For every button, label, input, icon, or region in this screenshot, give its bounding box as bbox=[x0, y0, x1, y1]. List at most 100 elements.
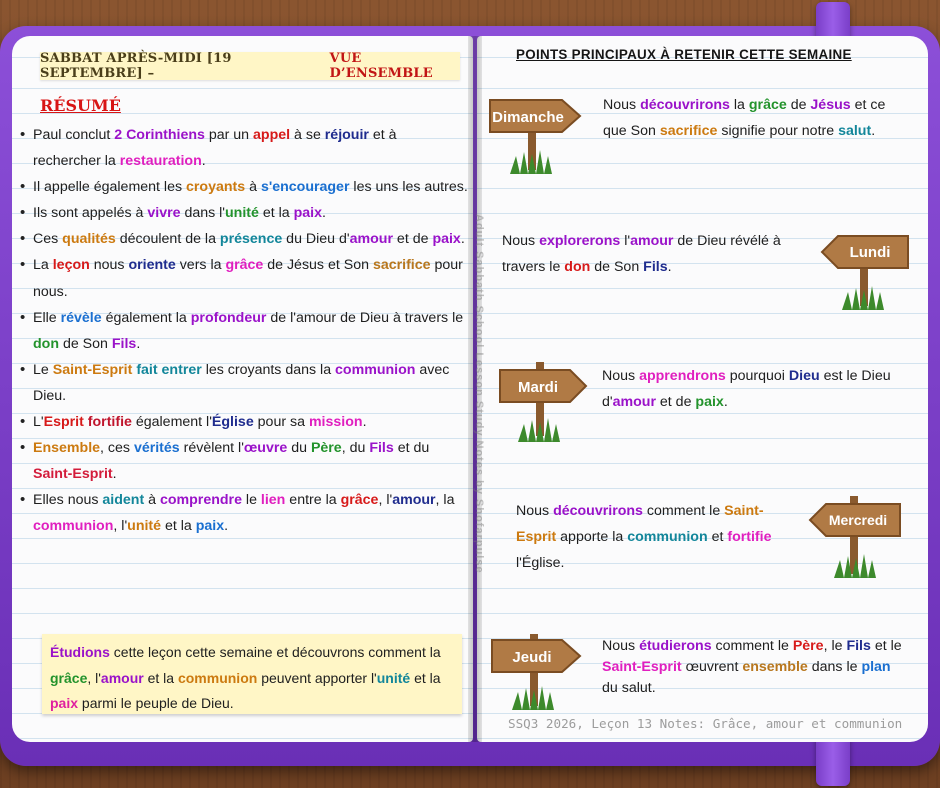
keyword: Saint-Esprit bbox=[52, 361, 133, 378]
text-run: . bbox=[112, 466, 117, 483]
section-title: SABBAT APRÈS-MIDI [19 SEPTEMBRE] – VUE D… bbox=[40, 51, 460, 81]
keyword: Ensemble bbox=[33, 440, 101, 457]
text-run: et bbox=[707, 529, 728, 545]
text-run: peuvent apporter l' bbox=[257, 669, 377, 686]
keyword: sacrifice bbox=[659, 123, 718, 139]
text-run: . bbox=[322, 205, 326, 222]
keyword: lien bbox=[260, 492, 286, 509]
keyword: fortifie bbox=[87, 414, 132, 431]
signpost-mardi: Mardi bbox=[499, 362, 588, 442]
keyword: communion bbox=[627, 529, 708, 545]
wooden-signpost-icon: Jeudi bbox=[491, 634, 582, 706]
keyword: Fils bbox=[369, 440, 394, 457]
wooden-signpost-icon: Mardi bbox=[499, 362, 588, 436]
text-run: entre la bbox=[285, 492, 341, 509]
keyword: apprendrons bbox=[639, 368, 726, 384]
keyword: étudierons bbox=[639, 638, 712, 654]
keyword: comprendre bbox=[159, 492, 242, 509]
keyword: profondeur bbox=[190, 309, 267, 326]
text-run: et de bbox=[392, 231, 433, 248]
summary-bullet: Ces qualités découlent de la présence du… bbox=[20, 226, 468, 252]
keyword: Père bbox=[310, 440, 342, 457]
keyword: grâce bbox=[340, 492, 379, 509]
text-run: , l' bbox=[113, 518, 128, 535]
section-title-highlight: VUE D’ENSEMBLE bbox=[329, 51, 433, 81]
keyword: Fils bbox=[846, 638, 871, 654]
text-run: comment le bbox=[711, 638, 793, 654]
keyword: salut bbox=[838, 123, 872, 139]
text-run: La bbox=[33, 257, 53, 274]
text-run: pourquoi bbox=[725, 368, 789, 384]
keyword: œuvre bbox=[243, 440, 288, 457]
text-run: de Son bbox=[590, 259, 644, 275]
text-run: pour sa bbox=[253, 414, 309, 431]
text-run: , l' bbox=[378, 492, 393, 509]
text-run: . bbox=[201, 153, 206, 170]
keyword: croyants bbox=[186, 179, 246, 196]
signpost-label-mardi: Mardi bbox=[518, 379, 558, 396]
keyword: don bbox=[564, 259, 591, 275]
summary-bullet: La leçon nous oriente vers la grâce de J… bbox=[20, 252, 468, 304]
text-run: cette leçon cette semaine et découvrons … bbox=[109, 644, 441, 660]
text-run: également l' bbox=[131, 414, 212, 431]
text-run: , le bbox=[823, 638, 847, 654]
vertical-credit: Adult Sabbath School Lesson Study Notes … bbox=[473, 214, 485, 574]
summary-bullet: L'Esprit fortifie également l'Église pou… bbox=[20, 409, 468, 435]
signpost-label-mercredi: Mercredi bbox=[829, 512, 887, 528]
text-run: l' bbox=[620, 233, 631, 249]
keyword: Église bbox=[211, 414, 254, 431]
day-text-jeudi: Nous étudierons comment le Père, le Fils… bbox=[602, 636, 907, 699]
keyword: plan bbox=[861, 659, 891, 675]
keyword: paix bbox=[195, 518, 225, 535]
keyword: unité bbox=[127, 518, 162, 535]
signpost-label-dimanche: Dimanche bbox=[492, 109, 564, 126]
keyword: paix bbox=[695, 394, 724, 410]
keyword: Saint-Esprit bbox=[602, 659, 682, 675]
text-run: vers la bbox=[175, 257, 226, 274]
summary-list: Paul conclut 2 Corinthiens par un appel … bbox=[20, 122, 468, 540]
text-run: Nous bbox=[603, 97, 641, 113]
keyword: 2 Corinthiens bbox=[114, 127, 205, 143]
signpost-label-lundi: Lundi bbox=[850, 244, 891, 261]
text-run: et la bbox=[410, 669, 441, 686]
keyword: présence bbox=[219, 231, 283, 248]
keyword: s'encourager bbox=[260, 179, 350, 196]
keyword: Fils bbox=[111, 335, 137, 352]
text-run: les croyants dans la bbox=[201, 361, 336, 378]
study-invitation-note: Étudions cette leçon cette semaine et dé… bbox=[42, 634, 462, 714]
text-run: Paul conclut bbox=[33, 127, 115, 143]
text-run: et la bbox=[258, 205, 294, 222]
keyword: amour bbox=[612, 394, 656, 410]
text-run: par un bbox=[204, 127, 254, 143]
text-run: et la bbox=[143, 669, 178, 686]
text-run: Elles nous bbox=[33, 492, 103, 509]
keyword: grâce bbox=[225, 257, 264, 274]
section-title-main: SABBAT APRÈS-MIDI [19 SEPTEMBRE] – bbox=[40, 51, 232, 81]
signpost-dimanche: Dimanche bbox=[489, 99, 582, 174]
text-run: et de bbox=[655, 394, 696, 410]
signpost-lundi: Lundi bbox=[820, 235, 909, 310]
keyword: Jésus bbox=[810, 97, 851, 113]
keyword: communion bbox=[177, 669, 258, 686]
keyword: paix bbox=[432, 231, 461, 248]
keyword: sacrifice bbox=[372, 257, 431, 274]
text-run: du bbox=[287, 440, 311, 457]
summary-bullet: Ensemble, ces vérités révèlent l'œuvre d… bbox=[20, 435, 468, 487]
summary-bullet: Le Saint-Esprit fait entrer les croyants… bbox=[20, 357, 468, 409]
day-text-dimanche: Nous découvrirons la grâce de Jésus et c… bbox=[603, 92, 893, 144]
text-run: . bbox=[362, 414, 367, 431]
keyword: paix bbox=[50, 695, 79, 711]
text-run: œuvrent bbox=[681, 659, 743, 675]
wooden-signpost-icon: Mercredi bbox=[808, 496, 901, 574]
keyword: découvrirons bbox=[640, 97, 730, 113]
keyword: aident bbox=[102, 492, 145, 509]
text-run: à bbox=[144, 492, 160, 509]
keyword: découvrirons bbox=[553, 503, 643, 519]
summary-bullet: Il appelle également les croyants à s'en… bbox=[20, 174, 468, 200]
keyword: vérités bbox=[133, 440, 180, 457]
text-run: dans le bbox=[807, 659, 862, 675]
keyword: fait entrer bbox=[136, 361, 202, 378]
keyword: explorerons bbox=[539, 233, 621, 249]
keyword: amour bbox=[100, 669, 144, 686]
text-run: nous bbox=[89, 257, 129, 274]
